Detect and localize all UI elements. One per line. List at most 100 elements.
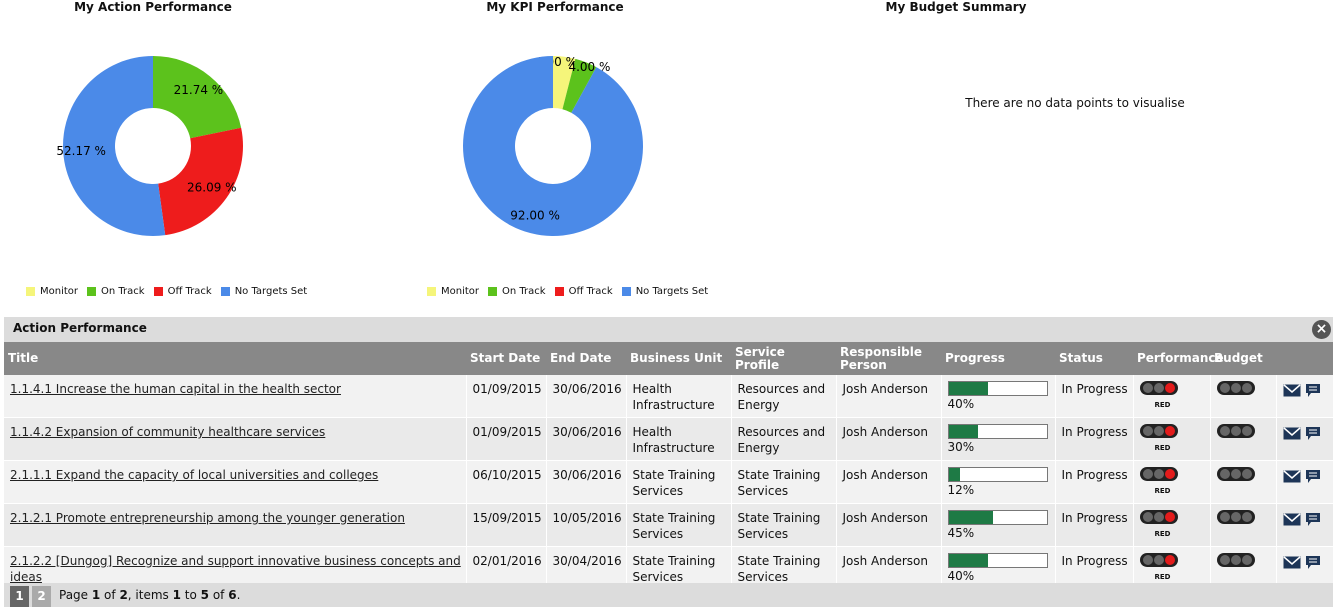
legend-label: No Targets Set <box>635 286 709 297</box>
start-date-cell: 15/09/2015 <box>466 503 547 547</box>
action-title-link[interactable]: 2.1.2.2 [Dungog] Recognize and support i… <box>10 554 461 584</box>
legend-swatch <box>488 287 498 296</box>
traffic-light-icon: RED <box>1139 553 1206 585</box>
column-header[interactable]: Performance <box>1133 342 1224 375</box>
action-title-link[interactable]: 1.1.4.2 Expansion of community healthcar… <box>10 425 325 439</box>
panel-header: Action Performance × <box>4 317 1333 342</box>
progress-bar <box>947 467 1048 482</box>
email-icon[interactable] <box>1283 384 1301 397</box>
budget-empty-message: There are no data points to visualise <box>965 96 1185 110</box>
slice-label: 26.09 % <box>187 181 237 195</box>
column-header[interactable]: Start Date <box>466 342 546 375</box>
title-cell: 2.1.1.1 Expand the capacity of local uni… <box>4 460 467 504</box>
service-profile-cell: Resources and Energy <box>731 375 837 418</box>
legend-item[interactable]: No Targets Set <box>621 286 709 297</box>
progress-bar <box>947 381 1048 396</box>
table-row: 1.1.4.2 Expansion of community healthcar… <box>4 417 1333 461</box>
legend-item[interactable]: Off Track <box>153 286 212 297</box>
comment-icon[interactable] <box>1305 555 1321 570</box>
performance-cell: RED <box>1133 417 1211 461</box>
column-header[interactable]: End Date <box>546 342 626 375</box>
email-icon[interactable] <box>1283 556 1301 569</box>
title-cell: 2.1.2.1 Promote entrepreneurship among t… <box>4 503 467 547</box>
legend-swatch <box>220 287 230 296</box>
action-table: Title Start Date End Date Business Unit Serv… <box>4 342 1333 590</box>
actions-cell <box>1276 417 1333 461</box>
pager-page-1[interactable]: 1 <box>10 586 29 607</box>
legend-swatch <box>26 287 35 296</box>
comment-icon[interactable] <box>1305 469 1321 484</box>
progress-label: 45% <box>947 526 975 540</box>
start-date-cell: 06/10/2015 <box>466 460 547 504</box>
close-icon[interactable]: × <box>1312 320 1331 339</box>
column-header[interactable] <box>1276 342 1333 375</box>
status-cell: In Progress <box>1055 460 1134 504</box>
traffic-light-icon: RED <box>1139 424 1206 456</box>
progress-bar <box>947 424 1048 439</box>
slice-label: 52.17 % <box>56 144 106 158</box>
traffic-light-icon <box>1216 553 1272 569</box>
traffic-light-icon <box>1216 467 1272 483</box>
legend-item[interactable]: No Targets Set <box>220 286 307 297</box>
column-header[interactable]: Status <box>1055 342 1133 375</box>
legend-swatch <box>87 287 97 296</box>
progress-cell: 45% <box>941 503 1056 547</box>
legend-swatch <box>621 287 631 296</box>
legend-swatch <box>153 287 163 296</box>
legend-label: Monitor <box>441 286 480 297</box>
status-cell: In Progress <box>1055 417 1134 461</box>
responsible-person-cell: Josh Anderson <box>836 417 942 461</box>
actions-cell <box>1276 503 1333 547</box>
action-chart-title: My Action Performance <box>74 0 232 14</box>
traffic-light-icon: RED <box>1139 510 1206 542</box>
legend-label: Off Track <box>167 286 212 297</box>
kpi-chart-legend: Monitor On Track Off Track No Targets Set <box>427 286 717 297</box>
service-profile-cell: State Training Services <box>731 460 837 504</box>
legend-swatch <box>427 287 436 296</box>
legend-label: Monitor <box>40 286 79 297</box>
actions-cell <box>1276 375 1333 418</box>
column-header[interactable]: Budget <box>1210 342 1276 375</box>
legend-item[interactable]: Monitor <box>427 286 479 297</box>
budget-cell <box>1210 417 1277 461</box>
comment-icon[interactable] <box>1305 512 1321 527</box>
column-header[interactable]: Business Unit <box>626 342 731 375</box>
action-title-link[interactable]: 2.1.1.1 Expand the capacity of local uni… <box>10 468 378 482</box>
performance-cell: RED <box>1133 460 1211 504</box>
pager-page-2[interactable]: 2 <box>32 586 51 607</box>
table-row: 2.1.2.1 Promote entrepreneurship among t… <box>4 503 1333 547</box>
panel-title: Action Performance <box>13 321 147 335</box>
progress-bar <box>947 510 1048 525</box>
column-header[interactable]: Progress <box>941 342 1055 375</box>
progress-label: 12% <box>947 483 975 497</box>
pager: 1 2 Page 1 of 2, items 1 to 5 of 6. <box>4 583 1333 607</box>
email-icon[interactable] <box>1283 427 1301 440</box>
action-title-link[interactable]: 2.1.2.1 Promote entrepreneurship among t… <box>10 511 405 525</box>
action-title-link[interactable]: 1.1.4.1 Increase the human capital in th… <box>10 382 341 396</box>
service-profile-cell: Resources and Energy <box>731 417 837 461</box>
column-header[interactable]: Service Profile <box>731 342 836 375</box>
start-date-cell: 01/09/2015 <box>466 375 547 418</box>
legend-item[interactable]: On Track <box>87 286 145 297</box>
action-chart-legend: Monitor On Track Off Track No Targets Set <box>26 286 316 297</box>
column-header[interactable]: Title <box>4 342 466 375</box>
email-icon[interactable] <box>1283 470 1301 483</box>
status-cell: In Progress <box>1055 375 1134 418</box>
action-performance-panel: Action Performance × Title Start Date End … <box>4 317 1333 607</box>
service-profile-cell: State Training Services <box>731 503 837 547</box>
kpi-chart-title: My KPI Performance <box>486 0 624 14</box>
traffic-light-icon: RED <box>1139 467 1206 499</box>
traffic-light-icon <box>1216 381 1272 397</box>
comment-icon[interactable] <box>1305 383 1321 398</box>
legend-item[interactable]: On Track <box>488 286 546 297</box>
end-date-cell: 30/06/2016 <box>546 460 627 504</box>
actions-cell <box>1276 460 1333 504</box>
progress-label: 30% <box>947 440 975 454</box>
legend-item[interactable]: Off Track <box>554 286 613 297</box>
comment-icon[interactable] <box>1305 426 1321 441</box>
legend-item[interactable]: Monitor <box>26 286 78 297</box>
email-icon[interactable] <box>1283 513 1301 526</box>
column-header[interactable]: Responsible Person <box>836 342 941 375</box>
status-cell: In Progress <box>1055 503 1134 547</box>
traffic-light-icon: RED <box>1139 381 1206 413</box>
